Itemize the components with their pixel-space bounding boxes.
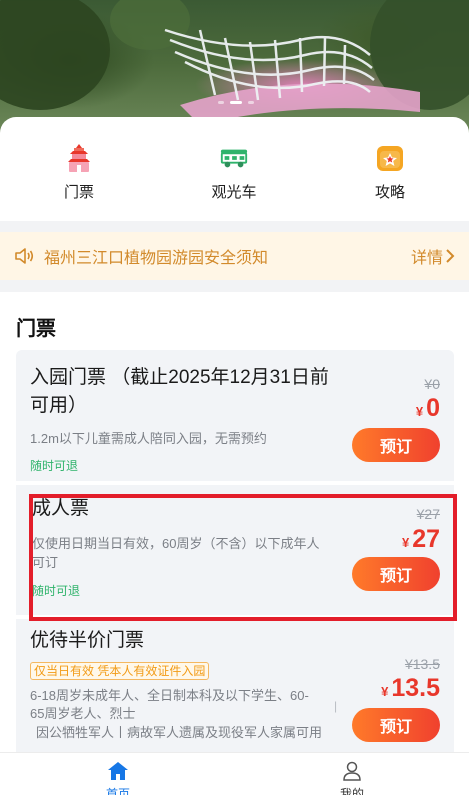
book-button[interactable]: 预订 [352, 708, 440, 742]
ticket-desc: 6-18周岁未成年人、全日制本科及以下学生、60- [30, 688, 309, 703]
user-icon [343, 761, 361, 781]
ticket-card-park-entry[interactable]: 入园门票 （截止2025年12月31日前 可用） 1.2m以下儿童需成人陪同入园… [16, 350, 454, 481]
guide-star-icon [375, 143, 405, 173]
entry-tickets-label: 门票 [63, 184, 94, 201]
sightseeing-cart-icon [219, 143, 249, 173]
bottom-tab-bar: 首页 我的 [0, 752, 469, 795]
entry-sightseeing-cart[interactable]: 观光车 [189, 143, 279, 202]
entry-sightseeing-cart-label: 观光车 [211, 184, 257, 201]
banner-dot-active[interactable] [230, 101, 242, 104]
chevron-right-icon [446, 249, 455, 263]
tab-home[interactable]: 首页 [88, 761, 148, 795]
entry-tickets[interactable]: 门票 [34, 143, 124, 202]
refund-badge: 随时可退 [30, 459, 79, 473]
ticket-desc-line3: 因公牺牲军人丨病故军人遗属及现役军人家属可用 [36, 725, 323, 740]
current-price: ¥ 13.5 [381, 674, 440, 703]
ticket-name: 入园门票 （截止2025年12月31日前 [30, 367, 329, 388]
notice-text[interactable]: 福州三江口植物园游园安全须知 [44, 244, 411, 268]
banner-dot[interactable] [218, 101, 224, 104]
selection-highlight-box [29, 494, 457, 621]
home-icon [108, 762, 128, 780]
safety-notice-bar[interactable]: 福州三江口植物园游园安全须知 详情 [0, 232, 469, 280]
ticket-name-line2: 可用） [30, 395, 88, 416]
ticket-name: 优待半价门票 [30, 630, 145, 651]
original-price: ¥13.5 [404, 656, 440, 672]
notice-details-label: 详情 [410, 250, 443, 267]
tab-mine-label: 我的 [339, 787, 364, 795]
ticket-desc: 1.2m以下儿童需成人陪同入园，无需预约 [30, 431, 267, 446]
speaker-icon [14, 246, 36, 266]
entry-guide-label: 攻略 [374, 184, 405, 201]
book-button[interactable]: 预订 [352, 428, 440, 462]
ticket-card-half-price[interactable]: 优待半价门票 仅当日有效 凭本人有效证件入园 6-18周岁未成年人、全日制本科及… [16, 619, 454, 752]
separator: | [334, 699, 338, 713]
price-value: 0 [426, 394, 440, 422]
validity-tag: 仅当日有效 凭本人有效证件入园 [30, 662, 210, 680]
tab-home-label: 首页 [105, 787, 130, 795]
currency-symbol: ¥ [415, 404, 424, 419]
current-price: ¥ 0 [416, 394, 440, 423]
quick-entry-card: 门票 观光车 攻略 [0, 117, 469, 221]
ticket-desc-line2: 65周岁老人、烈士 [30, 706, 136, 721]
price-value: 13.5 [391, 674, 440, 702]
pagoda-icon [64, 143, 94, 173]
entry-guide[interactable]: 攻略 [345, 143, 435, 202]
tab-mine[interactable]: 我的 [322, 761, 382, 795]
banner-pagination [218, 101, 254, 104]
original-price: ¥0 [424, 376, 440, 392]
banner-dot[interactable] [248, 101, 254, 104]
currency-symbol: ¥ [381, 684, 389, 699]
notice-details-link[interactable]: 详情 [411, 244, 455, 268]
section-title: 门票 [16, 318, 56, 340]
